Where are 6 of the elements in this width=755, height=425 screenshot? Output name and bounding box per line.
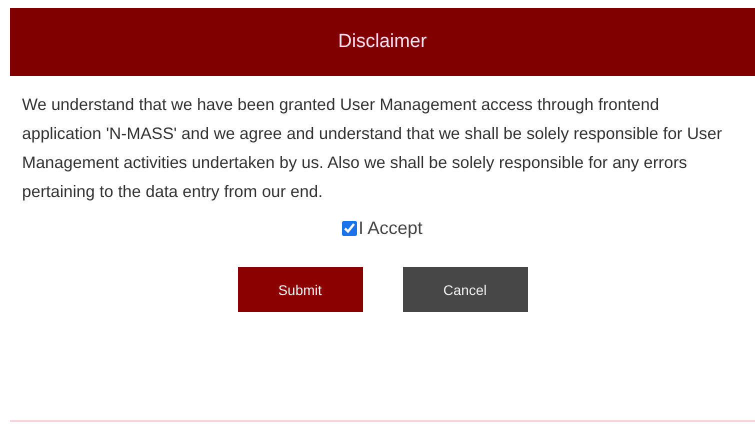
cancel-button[interactable]: Cancel — [402, 267, 528, 312]
accept-label: I Accept — [358, 218, 423, 239]
disclaimer-text: We understand that we have been granted User Management access through frontend application 'N-MASS' and we agree and understand that we shall be solely responsible for User Management activities undertaken by us. Also we shall be solely responsible for any errors pertaining to the data entry from our end. — [22, 94, 723, 203]
accept-checkbox[interactable] — [342, 221, 358, 236]
submit-button[interactable]: Submit — [238, 267, 362, 312]
dialog-title: Disclaimer — [338, 31, 427, 53]
